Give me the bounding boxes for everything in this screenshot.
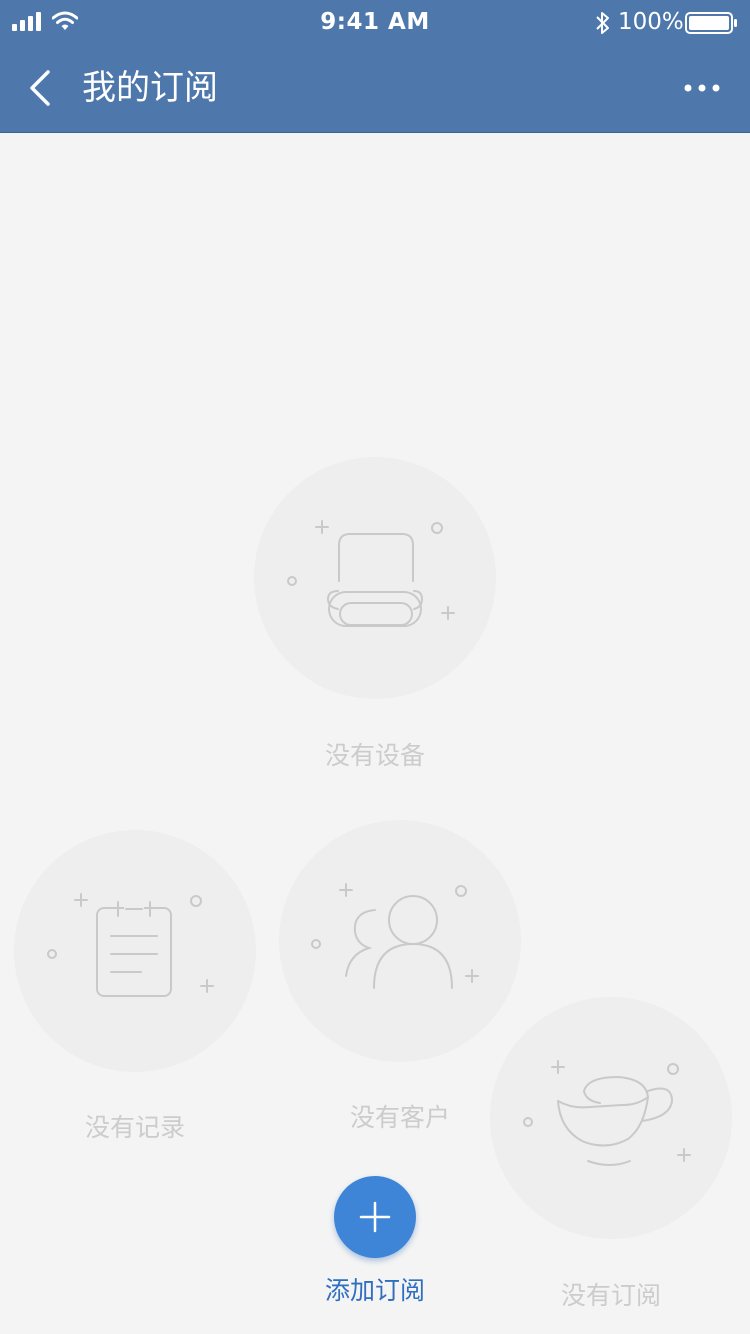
empty-subscriptions-label: 没有订阅 (560, 1281, 661, 1310)
page-title: 我的订阅 (82, 68, 218, 108)
empty-customers-label: 没有客户 (349, 1103, 450, 1132)
empty-records-label: 没有记录 (84, 1113, 185, 1142)
battery-percent: 100% (618, 9, 684, 35)
cup-icon (523, 1060, 691, 1166)
add-subscription-label[interactable]: 添加订阅 (300, 1271, 450, 1307)
clipboard-icon (47, 893, 214, 997)
add-subscription-button[interactable] (334, 1176, 416, 1258)
chevron-left-icon[interactable] (22, 66, 62, 110)
users-icon (311, 883, 479, 989)
device-icon (287, 520, 455, 627)
bluetooth-icon (596, 12, 609, 34)
empty-devices-illustration (254, 457, 496, 699)
empty-customers-illustration (279, 820, 521, 1062)
empty-devices-label: 没有设备 (324, 741, 425, 770)
battery-icon (685, 12, 737, 34)
status-bar: 9:41 AM 100% (0, 0, 750, 44)
empty-subscriptions-illustration (490, 997, 732, 1239)
navigation-bar: 我的订阅 (0, 44, 750, 133)
ellipsis-icon[interactable] (680, 78, 724, 98)
empty-records-illustration (14, 830, 256, 1072)
plus-icon (359, 1201, 391, 1233)
